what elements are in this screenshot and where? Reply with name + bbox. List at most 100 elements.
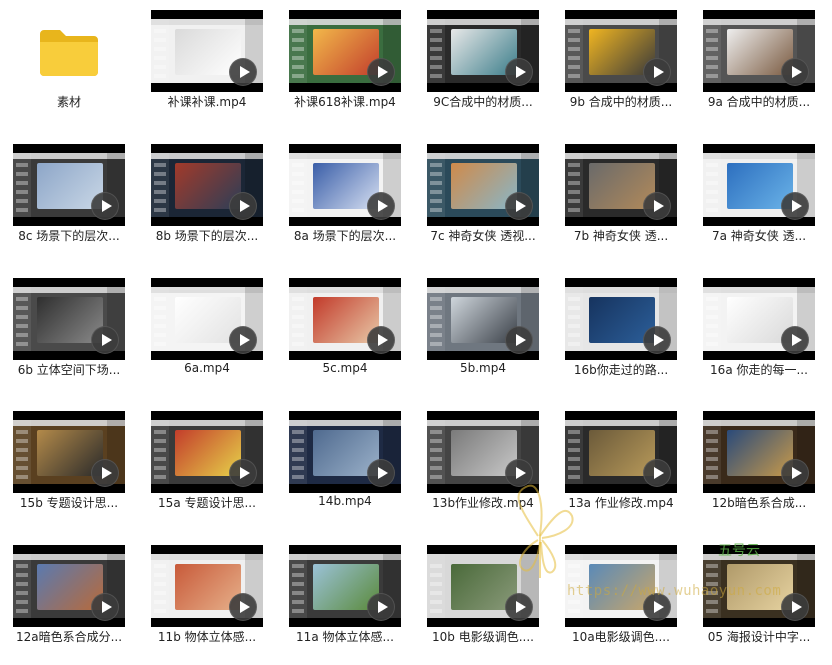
video-file-item[interactable]: 9C合成中的材质... — [414, 0, 552, 130]
video-file-item[interactable]: 05 海报设计中字... — [690, 535, 828, 665]
thumbnail-sidebar-left — [151, 287, 169, 351]
play-icon[interactable] — [367, 326, 395, 354]
play-icon[interactable] — [229, 58, 257, 86]
video-file-item[interactable]: 9a 合成中的材质... — [690, 0, 828, 130]
video-file-item[interactable]: 7a 神奇女侠 透... — [690, 134, 828, 264]
video-thumbnail — [289, 10, 401, 92]
play-icon[interactable] — [643, 593, 671, 621]
file-name-label: 11b 物体立体感... — [157, 630, 257, 644]
video-file-item[interactable]: 13b作业修改.mp4 — [414, 401, 552, 531]
play-icon[interactable] — [229, 593, 257, 621]
play-icon[interactable] — [781, 593, 809, 621]
video-thumbnail — [565, 545, 677, 627]
video-file-item[interactable]: 6b 立体空间下场... — [0, 268, 138, 398]
video-file-item[interactable]: 5c.mp4 — [276, 268, 414, 398]
video-file-item[interactable]: 14b.mp4 — [276, 401, 414, 531]
video-thumbnail — [703, 278, 815, 360]
video-file-item[interactable]: 12a暗色系合成分... — [0, 535, 138, 665]
thumbnail-sidebar-left — [289, 153, 307, 217]
file-name-label: 6a.mp4 — [184, 361, 230, 375]
play-icon[interactable] — [367, 459, 395, 487]
thumbnail-sidebar-left — [703, 153, 721, 217]
file-name-label: 15a 专题设计思... — [158, 496, 256, 510]
thumbnail-sidebar-left — [427, 287, 445, 351]
video-file-item[interactable]: 7c 神奇女侠 透视... — [414, 134, 552, 264]
play-icon[interactable] — [505, 459, 533, 487]
play-icon[interactable] — [781, 58, 809, 86]
video-file-item[interactable]: 10a电影级调色.... — [552, 535, 690, 665]
file-name-label: 14b.mp4 — [318, 494, 372, 508]
video-thumbnail — [289, 144, 401, 226]
video-file-item[interactable]: 16a 你走的每一... — [690, 268, 828, 398]
play-icon[interactable] — [505, 326, 533, 354]
thumbnail-sidebar-left — [151, 153, 169, 217]
play-icon[interactable] — [505, 192, 533, 220]
video-file-item[interactable]: 12b暗色系合成... — [690, 401, 828, 531]
folder-item[interactable]: 素材 — [0, 0, 138, 130]
file-name-label: 13b作业修改.mp4 — [432, 496, 534, 510]
file-name-label: 7b 神奇女侠 透... — [573, 229, 669, 243]
play-icon[interactable] — [91, 326, 119, 354]
play-icon[interactable] — [505, 58, 533, 86]
play-icon[interactable] — [781, 459, 809, 487]
play-icon[interactable] — [91, 192, 119, 220]
video-file-item[interactable]: 8c 场景下的层次... — [0, 134, 138, 264]
play-icon[interactable] — [643, 192, 671, 220]
video-file-item[interactable]: 15a 专题设计思... — [138, 401, 276, 531]
thumbnail-sidebar-left — [151, 420, 169, 484]
video-file-item[interactable]: 15b 专题设计思... — [0, 401, 138, 531]
file-name-label: 9a 合成中的材质... — [707, 95, 811, 109]
file-name-label: 8c 场景下的层次... — [18, 229, 120, 243]
play-icon[interactable] — [91, 593, 119, 621]
play-icon[interactable] — [505, 593, 533, 621]
play-icon[interactable] — [367, 593, 395, 621]
video-file-item[interactable]: 6a.mp4 — [138, 268, 276, 398]
thumbnail-sidebar-left — [703, 19, 721, 83]
video-thumbnail — [703, 545, 815, 627]
play-icon[interactable] — [229, 459, 257, 487]
file-name-label: 16a 你走的每一... — [710, 363, 808, 377]
video-thumbnail — [703, 144, 815, 226]
play-icon[interactable] — [781, 192, 809, 220]
video-thumbnail — [565, 144, 677, 226]
file-name-label: 素材 — [56, 95, 81, 109]
thumbnail-sidebar-left — [289, 420, 307, 484]
file-name-label: 12a暗色系合成分... — [15, 630, 123, 644]
file-name-label: 10a电影级调色.... — [572, 630, 670, 644]
file-name-label: 9C合成中的材质... — [433, 95, 533, 109]
thumbnail-sidebar-left — [13, 287, 31, 351]
video-file-item[interactable]: 7b 神奇女侠 透... — [552, 134, 690, 264]
thumbnail-sidebar-left — [289, 19, 307, 83]
play-icon[interactable] — [643, 459, 671, 487]
play-icon[interactable] — [643, 58, 671, 86]
play-icon[interactable] — [367, 58, 395, 86]
play-icon[interactable] — [781, 326, 809, 354]
thumbnail-sidebar-left — [13, 554, 31, 618]
thumbnail-sidebar-left — [703, 287, 721, 351]
video-file-item[interactable]: 13a 作业修改.mp4 — [552, 401, 690, 531]
video-thumbnail — [427, 545, 539, 627]
video-file-item[interactable]: 补课618补课.mp4 — [276, 0, 414, 130]
play-icon[interactable] — [229, 326, 257, 354]
thumbnail-sidebar-left — [427, 153, 445, 217]
video-thumbnail — [289, 411, 401, 493]
video-thumbnail — [565, 278, 677, 360]
video-file-item[interactable]: 9b 合成中的材质... — [552, 0, 690, 130]
thumbnail-sidebar-left — [565, 554, 583, 618]
video-file-item[interactable]: 16b你走过的路... — [552, 268, 690, 398]
video-file-item[interactable]: 8a 场景下的层次... — [276, 134, 414, 264]
play-icon[interactable] — [643, 326, 671, 354]
file-name-label: 15b 专题设计思... — [19, 496, 119, 510]
video-file-item[interactable]: 5b.mp4 — [414, 268, 552, 398]
play-icon[interactable] — [91, 459, 119, 487]
video-file-item[interactable]: 11a 物体立体感... — [276, 535, 414, 665]
play-icon[interactable] — [229, 192, 257, 220]
video-thumbnail — [151, 411, 263, 493]
play-icon[interactable] — [367, 192, 395, 220]
thumbnail-sidebar-left — [565, 153, 583, 217]
video-file-item[interactable]: 10b 电影级调色.... — [414, 535, 552, 665]
video-file-item[interactable]: 8b 场景下的层次... — [138, 134, 276, 264]
file-name-label: 补课618补课.mp4 — [294, 95, 396, 109]
video-file-item[interactable]: 补课补课.mp4 — [138, 0, 276, 130]
video-file-item[interactable]: 11b 物体立体感... — [138, 535, 276, 665]
